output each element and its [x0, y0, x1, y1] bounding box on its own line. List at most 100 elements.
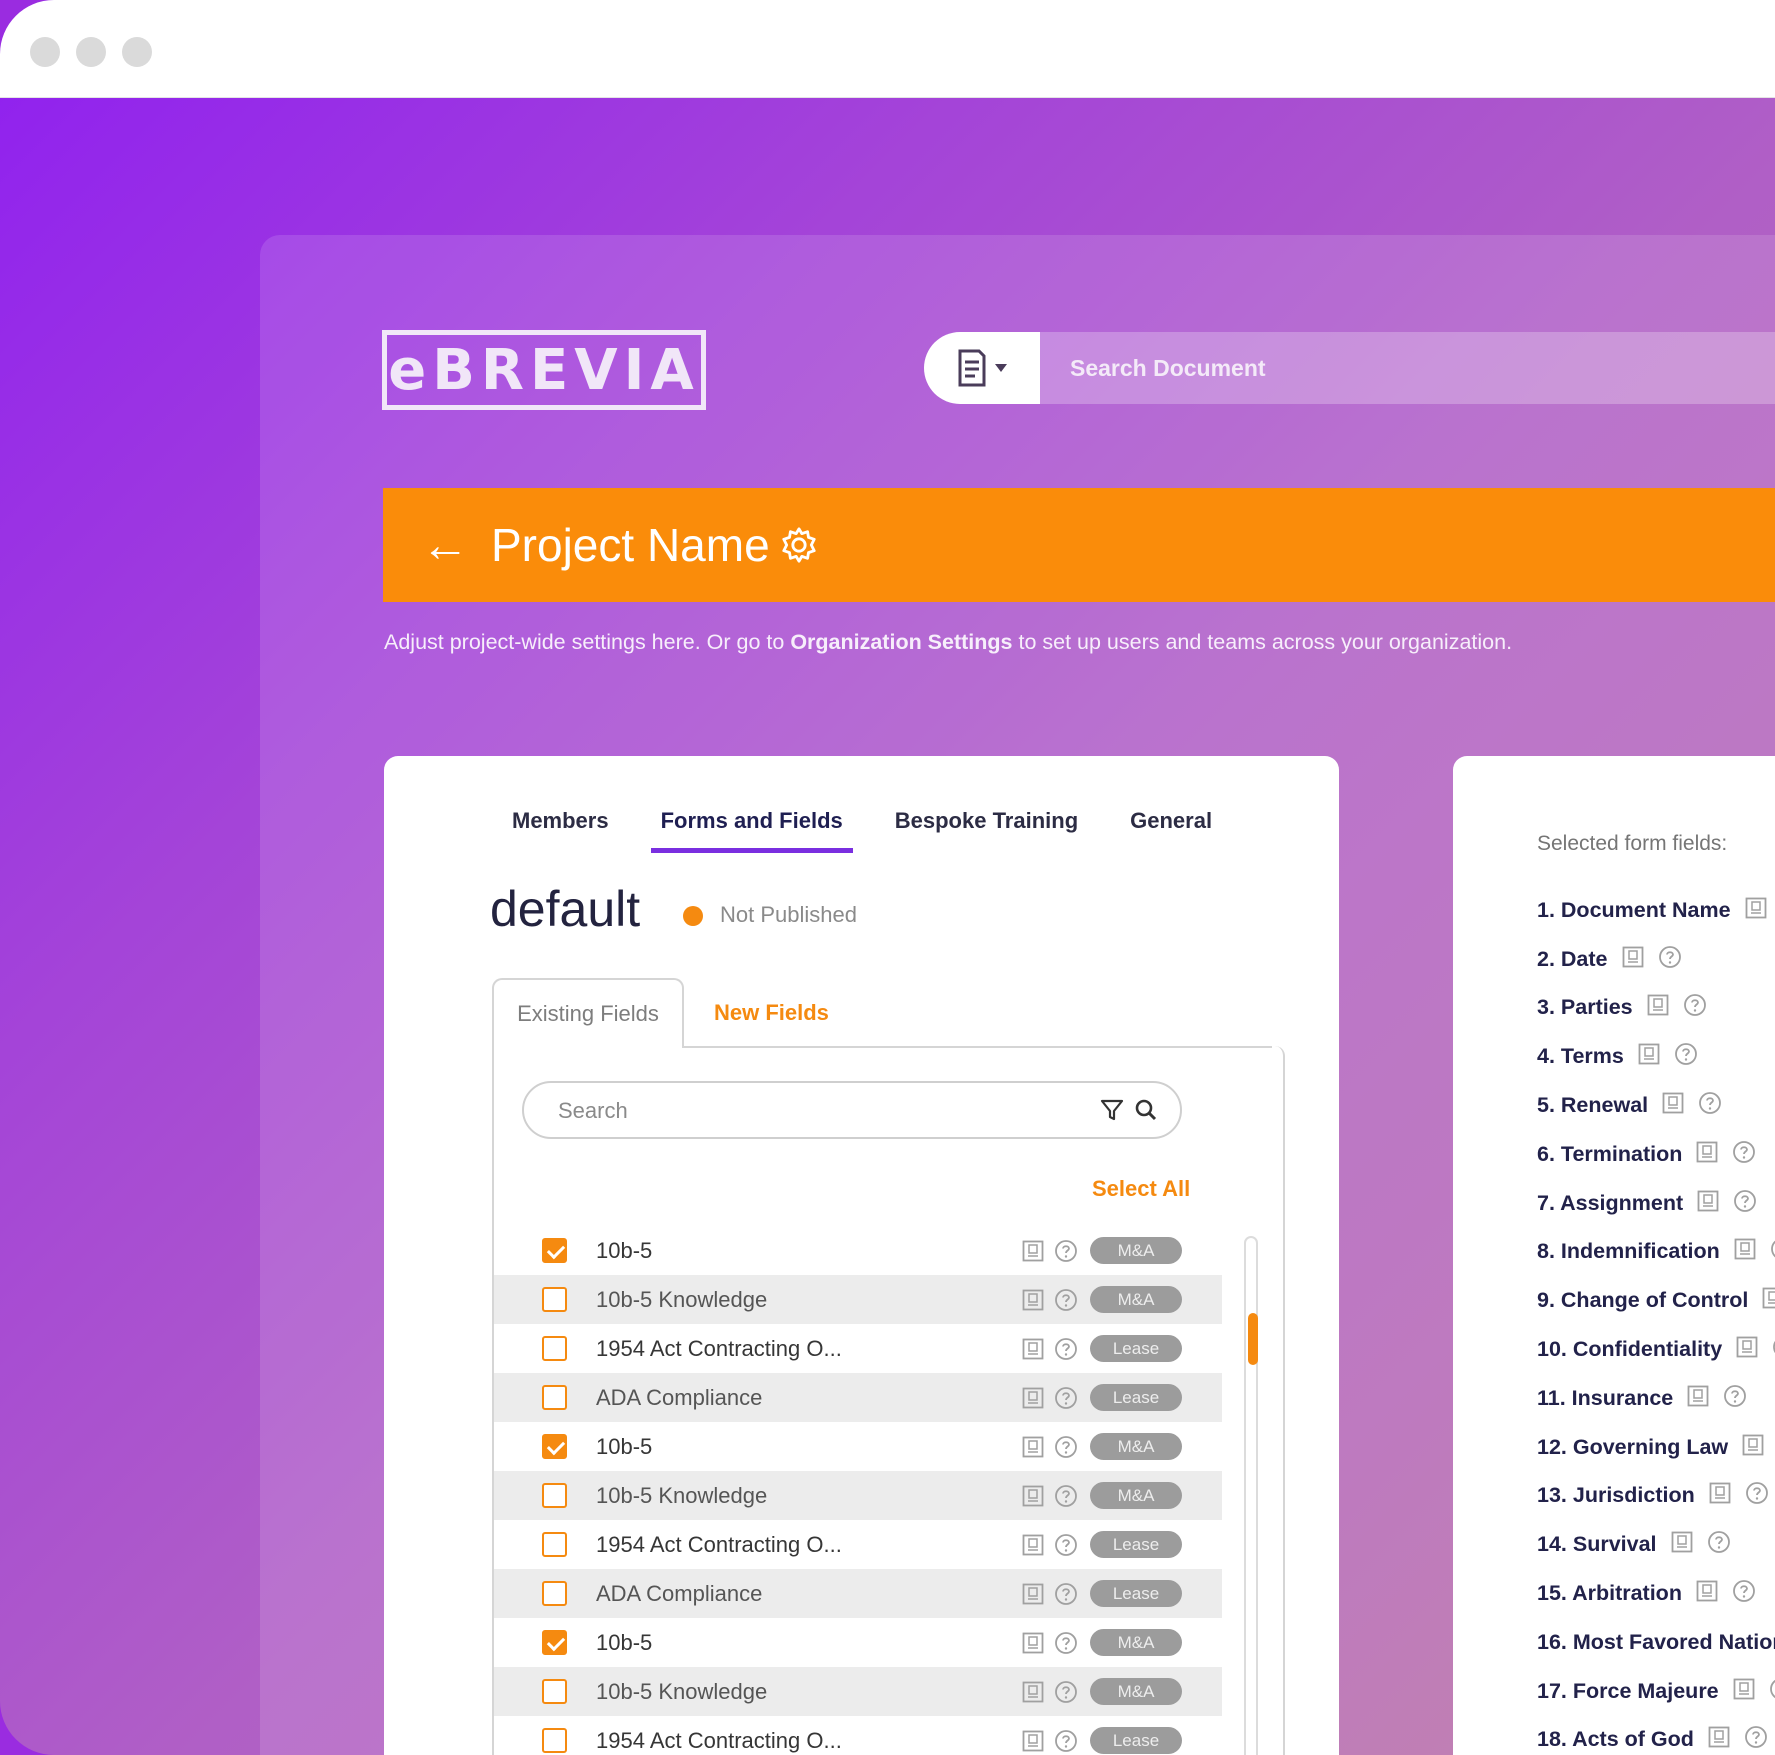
- selected-field-item[interactable]: 15. Arbitration: [1537, 1569, 1775, 1618]
- field-box-icon[interactable]: [1022, 1583, 1044, 1610]
- selected-field-item[interactable]: 7. Assignment: [1537, 1179, 1775, 1228]
- selected-field-item[interactable]: 5. Renewal: [1537, 1081, 1775, 1130]
- help-circle-icon[interactable]: [1745, 1481, 1769, 1510]
- help-circle-icon[interactable]: [1674, 1042, 1698, 1071]
- help-circle-icon[interactable]: [1658, 945, 1682, 974]
- selected-field-item[interactable]: 6. Termination: [1537, 1130, 1775, 1179]
- field-checkbox[interactable]: [542, 1336, 567, 1361]
- tab-forms-and-fields[interactable]: Forms and Fields: [650, 808, 853, 853]
- field-box-icon[interactable]: [1647, 994, 1669, 1021]
- field-box-icon[interactable]: [1022, 1730, 1044, 1755]
- field-row[interactable]: ADA Compliance Lease: [494, 1569, 1222, 1618]
- subtab-new-fields[interactable]: New Fields: [714, 1000, 829, 1026]
- selected-field-item[interactable]: 13. Jurisdiction: [1537, 1472, 1775, 1521]
- help-circle-icon[interactable]: [1770, 1237, 1775, 1266]
- selected-field-item[interactable]: 8. Indemnification: [1537, 1228, 1775, 1277]
- selected-field-item[interactable]: 2. Date: [1537, 935, 1775, 984]
- selected-field-item[interactable]: 11. Insurance: [1537, 1374, 1775, 1423]
- field-box-icon[interactable]: [1662, 1092, 1684, 1119]
- field-box-icon[interactable]: [1734, 1238, 1756, 1265]
- field-box-icon[interactable]: [1696, 1141, 1718, 1168]
- field-box-icon[interactable]: [1733, 1678, 1755, 1705]
- field-checkbox[interactable]: [542, 1532, 567, 1557]
- window-minimize-dot[interactable]: [76, 37, 106, 67]
- help-circle-icon[interactable]: [1054, 1582, 1078, 1611]
- field-box-icon[interactable]: [1022, 1338, 1044, 1365]
- field-box-icon[interactable]: [1736, 1336, 1758, 1363]
- field-box-icon[interactable]: [1697, 1190, 1719, 1217]
- field-box-icon[interactable]: [1022, 1240, 1044, 1267]
- selected-field-item[interactable]: 9. Change of Control: [1537, 1276, 1775, 1325]
- field-box-icon[interactable]: [1638, 1043, 1660, 1070]
- field-checkbox[interactable]: [542, 1581, 567, 1606]
- field-row[interactable]: 1954 Act Contracting O... Lease: [494, 1716, 1222, 1755]
- field-checkbox[interactable]: [542, 1238, 567, 1263]
- field-box-icon[interactable]: [1022, 1436, 1044, 1463]
- field-checkbox[interactable]: [542, 1679, 567, 1704]
- field-box-icon[interactable]: [1022, 1289, 1044, 1316]
- field-box-icon[interactable]: [1708, 1726, 1730, 1753]
- help-circle-icon[interactable]: [1054, 1533, 1078, 1562]
- help-circle-icon[interactable]: [1732, 1140, 1756, 1169]
- field-search-input[interactable]: [558, 1095, 1058, 1127]
- field-checkbox[interactable]: [542, 1630, 567, 1655]
- scrollbar-thumb[interactable]: [1248, 1313, 1258, 1365]
- field-box-icon[interactable]: [1742, 1434, 1764, 1461]
- help-circle-icon[interactable]: [1054, 1631, 1078, 1660]
- field-box-icon[interactable]: [1022, 1387, 1044, 1414]
- field-checkbox[interactable]: [542, 1434, 567, 1459]
- tab-bespoke-training[interactable]: Bespoke Training: [895, 808, 1078, 853]
- field-checkbox[interactable]: [542, 1287, 567, 1312]
- tab-members[interactable]: Members: [512, 808, 609, 853]
- help-circle-icon[interactable]: [1707, 1530, 1731, 1559]
- field-row[interactable]: 10b-5 Knowledge M&A: [494, 1275, 1222, 1324]
- field-checkbox[interactable]: [542, 1483, 567, 1508]
- help-circle-icon[interactable]: [1683, 993, 1707, 1022]
- help-circle-icon[interactable]: [1698, 1091, 1722, 1120]
- help-circle-icon[interactable]: [1054, 1337, 1078, 1366]
- search-icon[interactable]: [1134, 1098, 1158, 1122]
- help-circle-icon[interactable]: [1733, 1189, 1757, 1218]
- document-type-button[interactable]: [924, 332, 1040, 404]
- selected-field-item[interactable]: 1. Document Name: [1537, 886, 1775, 935]
- field-box-icon[interactable]: [1622, 946, 1644, 973]
- help-circle-icon[interactable]: [1054, 1680, 1078, 1709]
- selected-field-item[interactable]: 17. Force Majeure: [1537, 1667, 1775, 1716]
- help-circle-icon[interactable]: [1769, 1677, 1775, 1706]
- organization-settings-link[interactable]: Organization Settings: [790, 630, 1012, 654]
- field-row[interactable]: 1954 Act Contracting O... Lease: [494, 1520, 1222, 1569]
- help-circle-icon[interactable]: [1054, 1288, 1078, 1317]
- selected-field-item[interactable]: 12. Governing Law: [1537, 1423, 1775, 1472]
- help-circle-icon[interactable]: [1732, 1579, 1756, 1608]
- help-circle-icon[interactable]: [1054, 1484, 1078, 1513]
- filter-icon[interactable]: [1100, 1098, 1124, 1122]
- field-box-icon[interactable]: [1745, 897, 1767, 924]
- field-row[interactable]: 10b-5 Knowledge M&A: [494, 1667, 1222, 1716]
- select-all-link[interactable]: Select All: [1092, 1176, 1190, 1202]
- selected-field-item[interactable]: 3. Parties: [1537, 984, 1775, 1033]
- help-circle-icon[interactable]: [1723, 1384, 1747, 1413]
- search-document-input[interactable]: [1040, 332, 1775, 404]
- field-checkbox[interactable]: [542, 1728, 567, 1753]
- help-circle-icon[interactable]: [1054, 1386, 1078, 1415]
- help-circle-icon[interactable]: [1744, 1725, 1768, 1754]
- selected-field-item[interactable]: 16. Most Favored Nation: [1537, 1618, 1775, 1667]
- field-checkbox[interactable]: [542, 1385, 567, 1410]
- field-row[interactable]: 1954 Act Contracting O... Lease: [494, 1324, 1222, 1373]
- field-box-icon[interactable]: [1022, 1534, 1044, 1561]
- selected-field-item[interactable]: 10. Confidentiality: [1537, 1325, 1775, 1374]
- field-box-icon[interactable]: [1022, 1681, 1044, 1708]
- field-box-icon[interactable]: [1687, 1385, 1709, 1412]
- selected-field-item[interactable]: 18. Acts of God: [1537, 1716, 1775, 1755]
- window-maximize-dot[interactable]: [122, 37, 152, 67]
- field-row[interactable]: 10b-5 M&A: [494, 1422, 1222, 1471]
- help-circle-icon[interactable]: [1054, 1729, 1078, 1755]
- field-row[interactable]: 10b-5 M&A: [494, 1618, 1222, 1667]
- back-arrow-icon[interactable]: ←: [421, 518, 469, 573]
- field-box-icon[interactable]: [1709, 1482, 1731, 1509]
- selected-field-item[interactable]: 14. Survival: [1537, 1520, 1775, 1569]
- field-box-icon[interactable]: [1696, 1580, 1718, 1607]
- help-circle-icon[interactable]: [1054, 1239, 1078, 1268]
- tab-general[interactable]: General: [1130, 808, 1212, 853]
- field-box-icon[interactable]: [1022, 1632, 1044, 1659]
